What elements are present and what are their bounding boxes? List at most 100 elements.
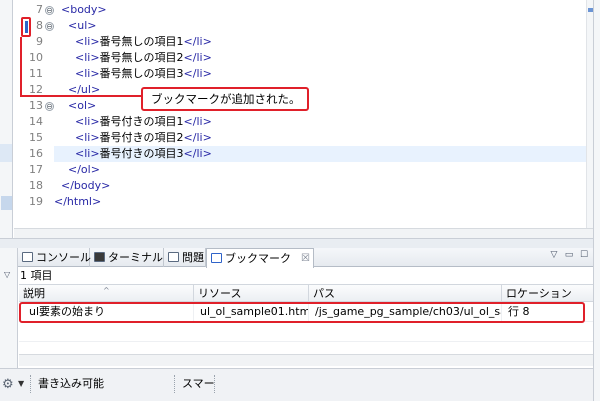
html-tag-token: <body> (61, 3, 107, 16)
panel-horizontal-scrollbar[interactable] (19, 354, 593, 366)
line-number: 19 (29, 195, 43, 208)
html-tag-token: </li> (183, 115, 212, 128)
terminal-icon (94, 252, 105, 262)
maximize-icon[interactable]: ☐ (579, 250, 589, 260)
bookmark-marker-highlight[interactable] (21, 17, 31, 37)
column-label: ロケーション (506, 287, 572, 300)
text-token: 番号無しの項目3 (99, 67, 184, 80)
current-code-line[interactable]: <li>番号付きの項目3</li> (54, 146, 586, 162)
line-number: 15 (29, 131, 43, 144)
left-side-view (0, 0, 13, 238)
row-highlight-box (19, 302, 585, 323)
html-tag-token: </li> (183, 67, 212, 80)
html-tag-token: <li> (74, 35, 100, 48)
annotation-callout: ブックマークが追加された。 (141, 87, 309, 111)
line-number: 14 (29, 115, 43, 128)
column-header-resource[interactable]: リソース (194, 285, 309, 302)
tab-label: ターミナル (108, 251, 163, 264)
column-label: 説明 (23, 287, 45, 300)
fold-toggle-icon[interactable]: ⊖ (45, 6, 54, 15)
code-line[interactable]: <ol> (54, 98, 586, 114)
column-header-description[interactable]: 説明 ^ (19, 285, 194, 302)
html-tag-token: </li> (183, 51, 212, 64)
code-line[interactable]: </body> (54, 178, 586, 194)
chevron-down-icon[interactable]: ▼ (18, 379, 24, 388)
tab-console[interactable]: コンソール (18, 248, 91, 267)
html-tag-token: <li> (74, 131, 100, 144)
editor-overview-ruler[interactable] (586, 0, 593, 228)
table-row-empty (19, 322, 593, 342)
tab-label: ブックマーク (225, 252, 291, 265)
code-line[interactable]: <ul> (54, 18, 586, 34)
code-line[interactable]: <li>番号付きの項目1</li> (54, 114, 586, 130)
code-line[interactable]: <body> (54, 2, 586, 18)
html-tag-token: </ol> (68, 163, 100, 176)
status-bar: ⚙ ▼ 書き込み可能 スマー (0, 368, 593, 401)
panel-sash[interactable] (0, 238, 593, 248)
tab-label: コンソール (36, 251, 91, 264)
column-header-path[interactable]: パス (309, 285, 502, 302)
code-line[interactable]: </html> (54, 194, 586, 210)
text-token: 番号無しの項目2 (99, 51, 184, 64)
code-editor[interactable]: 7 ⊖ 8 ⊖ 9 10 11 12 13 ⊖ 14 15 16 17 18 19 <body> <ul> <… (14, 0, 593, 238)
console-icon (22, 252, 33, 262)
fold-toggle-icon[interactable]: ⊖ (45, 22, 54, 31)
code-line[interactable]: <li>番号付きの項目2</li> (54, 130, 586, 146)
html-tag-token: </body> (61, 179, 111, 192)
table-header: 説明 ^ リソース パス ロケーション (19, 284, 593, 302)
code-line[interactable]: <li>番号無しの項目1</li> (54, 34, 586, 50)
fold-toggle-icon[interactable]: ⊖ (45, 102, 54, 111)
html-tag-token: <ul> (68, 19, 97, 32)
tab-label: 問題 (182, 251, 204, 264)
text-token: 番号付きの項目3 (99, 147, 184, 160)
close-icon[interactable]: ☒ (301, 249, 310, 268)
triangle-down-icon[interactable]: ▽ (4, 270, 10, 279)
callout-leader-horizontal (20, 95, 142, 97)
html-tag-token: <ol> (68, 99, 97, 112)
line-number: 7 (36, 3, 43, 16)
left-view-selection[interactable] (1, 196, 12, 210)
status-insert-mode: スマー (182, 377, 215, 390)
tab-problems[interactable]: 問題 (164, 248, 206, 267)
line-number: 16 (29, 147, 43, 160)
minimize-icon[interactable]: ▭ (564, 250, 574, 260)
code-area[interactable]: <body> <ul> <li>番号無しの項目1</li> <li>番号無しの項… (54, 0, 586, 228)
html-tag-token: <li> (74, 67, 100, 80)
column-label: パス (313, 287, 335, 300)
code-line[interactable]: <li>番号無しの項目3</li> (54, 66, 586, 82)
bookmark-icon (211, 253, 222, 263)
tab-terminal[interactable]: ターミナル (90, 248, 164, 267)
status-separator (174, 375, 176, 393)
callout-leader-vertical (20, 37, 22, 96)
status-separator (30, 375, 32, 393)
panel-left-strip: ▽ (0, 248, 18, 368)
bookmarks-panel: ▽ コンソール ターミナル 問題 ブックマーク ☒ ▽ ▭ ☐ 1 項目 説明 (0, 248, 593, 368)
line-number: 11 (29, 67, 43, 80)
view-tab-bar: コンソール ターミナル 問題 ブックマーク ☒ ▽ ▭ ☐ (18, 248, 593, 268)
editor-horizontal-scrollbar[interactable] (14, 228, 593, 238)
column-header-location[interactable]: ロケーション (502, 285, 593, 302)
view-menu-icon[interactable]: ▽ (549, 250, 559, 260)
code-line[interactable]: <li>番号無しの項目2</li> (54, 50, 586, 66)
html-tag-token: <li> (74, 115, 100, 128)
line-number: 13 (29, 99, 43, 112)
html-tag-token: </li> (183, 35, 212, 48)
html-tag-token: <li> (74, 147, 100, 160)
text-token: 番号無しの項目1 (99, 35, 184, 48)
html-tag-token: </li> (183, 147, 212, 160)
gear-icon[interactable]: ⚙ (2, 377, 14, 392)
status-writable: 書き込み可能 (38, 377, 104, 390)
text-token: 番号付きの項目2 (99, 131, 184, 144)
line-number-ruler: 7 ⊖ 8 ⊖ 9 10 11 12 13 ⊖ 14 15 16 17 18 19 (14, 0, 54, 228)
code-line[interactable]: </ol> (54, 162, 586, 178)
tab-bookmarks[interactable]: ブックマーク ☒ (206, 248, 314, 268)
